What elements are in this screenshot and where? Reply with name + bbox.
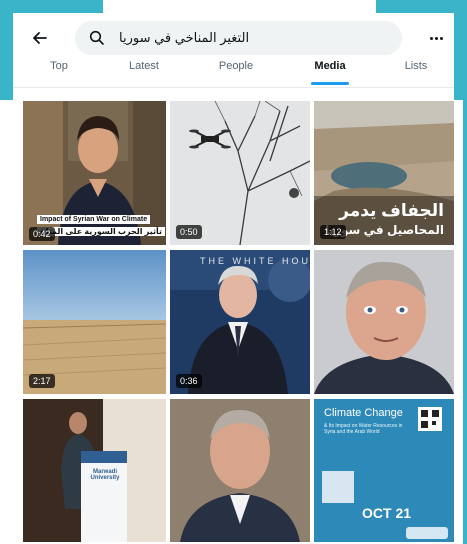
media-item-6[interactable]	[314, 250, 454, 394]
media-item-4[interactable]: 2:17	[23, 250, 166, 394]
video-duration: 1:12	[320, 225, 346, 239]
portrait-photo-thumbnail	[170, 399, 310, 542]
media-item-3[interactable]: الجفاف يدمر المحاصيل في سوريا 1:12	[314, 101, 454, 245]
podium-logo-text: Marwadi University	[90, 469, 120, 481]
more-horizontal-icon	[429, 36, 433, 40]
arrow-left-icon	[33, 32, 47, 44]
drone-trees-thumbnail	[170, 101, 310, 245]
video-caption-arabic: تأثير الحرب السورية على المناخ	[37, 227, 166, 236]
podium-sign-text: THE WHITE HOUSE	[200, 256, 310, 266]
portrait-photo-thumbnail	[314, 250, 454, 394]
frame-decoration-left	[0, 0, 13, 100]
video-overlay-title: الجفاف يدمر	[339, 201, 444, 220]
poster-date: OCT 21	[362, 505, 412, 521]
press-briefing-thumbnail	[170, 250, 310, 394]
tab-bar: Top Latest People Media Lists	[13, 60, 454, 86]
media-item-7[interactable]: Marwadi University	[23, 399, 166, 542]
back-button[interactable]	[29, 27, 51, 49]
video-duration: 0:50	[176, 225, 202, 239]
video-caption-english: Impact of Syrian War on Climate	[37, 215, 151, 224]
tabs-divider	[13, 87, 454, 88]
poster-subtitle: & Its Impact on Water Resources in Syria…	[324, 423, 403, 435]
video-duration: 2:17	[29, 374, 55, 388]
active-tab-indicator	[311, 82, 349, 85]
media-item-2[interactable]: 0:50	[170, 101, 310, 245]
frame-decoration-right-stripe	[463, 100, 467, 544]
dry-field-thumbnail	[23, 250, 166, 394]
media-item-5[interactable]: THE WHITE HOUSE 0:36	[170, 250, 310, 394]
media-item-1[interactable]: Impact of Syrian War on Climate تأثير ال…	[23, 101, 166, 245]
search-input[interactable]: التغير المناخي في سوريا	[75, 21, 402, 55]
media-item-8[interactable]	[170, 399, 310, 542]
search-query-text: التغير المناخي في سوريا	[119, 30, 250, 45]
search-icon	[89, 30, 104, 45]
frame-decoration-right	[454, 0, 467, 100]
media-item-9[interactable]: Climate Change & Its Impact on Water Res…	[314, 399, 454, 542]
tab-people[interactable]: People	[211, 60, 261, 86]
video-duration: 0:42	[29, 227, 55, 241]
tab-latest[interactable]: Latest	[119, 60, 169, 86]
poster-title: Climate Change	[324, 407, 403, 419]
video-duration: 0:36	[176, 374, 202, 388]
tab-top[interactable]: Top	[34, 60, 84, 86]
more-options-button[interactable]	[425, 27, 447, 49]
frame-decoration-top-left	[0, 0, 103, 13]
tab-lists[interactable]: Lists	[391, 60, 441, 86]
